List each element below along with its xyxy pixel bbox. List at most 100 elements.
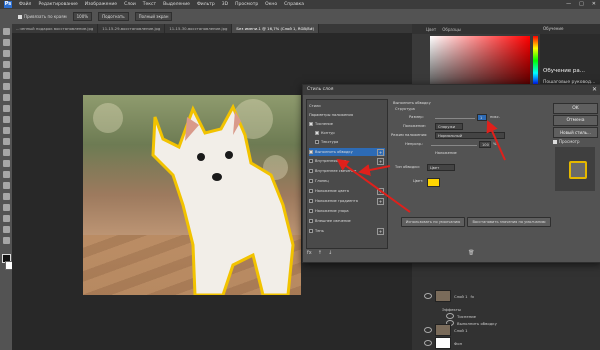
checkbox[interactable] <box>315 140 319 144</box>
stamp-tool-icon[interactable] <box>2 116 10 123</box>
maximize-icon[interactable]: □ <box>579 1 584 7</box>
style-item-bevel[interactable]: Тиснение <box>309 120 385 128</box>
cancel-button[interactable]: Отмена <box>553 115 598 126</box>
eye-icon[interactable] <box>424 340 432 346</box>
style-item-satin[interactable]: Глянец <box>309 177 385 185</box>
hand-tool-icon[interactable] <box>2 226 10 233</box>
menu-text[interactable]: Текст <box>143 2 156 7</box>
zoom-field[interactable]: 100% <box>72 12 93 21</box>
trash-icon[interactable]: 🗑 <box>468 250 474 256</box>
doc-tab[interactable]: 11-15-29-восстановление.jpg <box>98 24 166 33</box>
opacity-input[interactable]: 100 <box>479 141 491 148</box>
size-slider[interactable] <box>435 118 475 119</box>
crop-tool-icon[interactable] <box>2 72 10 79</box>
move-down-icon[interactable]: ↓ <box>328 250 332 256</box>
checkbox[interactable] <box>309 169 313 173</box>
add-icon[interactable]: + <box>377 187 384 195</box>
fit-button[interactable]: Подогнать <box>98 12 129 21</box>
style-item-color-overlay[interactable]: Наложение цвета + <box>309 187 385 195</box>
add-icon[interactable]: + <box>377 227 384 235</box>
style-item-pattern-overlay[interactable]: Наложение узора <box>309 207 385 215</box>
menu-edit[interactable]: Редактирование <box>38 2 77 7</box>
checkbox[interactable] <box>309 229 313 233</box>
doc-tab[interactable]: ...ченный подарок восстановление.jpg <box>12 24 99 33</box>
doc-tab[interactable]: 11-15-30-восстановление.jpg <box>165 24 233 33</box>
reset-default-button[interactable]: Восстановить значения по умолчанию <box>467 217 551 227</box>
gradient-tool-icon[interactable] <box>2 149 10 156</box>
shape-tool-icon[interactable] <box>2 215 10 222</box>
menu-view[interactable]: Просмотр <box>235 2 258 7</box>
fill-screen-button[interactable]: Полный экран <box>134 12 173 21</box>
history-brush-tool-icon[interactable] <box>2 127 10 134</box>
style-item-inner-shadow[interactable]: Внутренняя тень + <box>309 157 385 165</box>
size-input[interactable]: 1 <box>477 114 487 121</box>
eye-icon[interactable] <box>424 327 432 333</box>
layer-row[interactable]: Слой 1 fx <box>424 290 544 302</box>
menu-file[interactable]: Файл <box>19 2 31 7</box>
checkbox[interactable] <box>309 199 313 203</box>
layer-row[interactable]: Фон <box>424 337 544 349</box>
style-item-texture[interactable]: Текстура <box>315 138 391 146</box>
style-item-gradient-overlay[interactable]: Наложение градиента + <box>309 197 385 205</box>
eraser-tool-icon[interactable] <box>2 138 10 145</box>
opacity-slider[interactable] <box>431 145 477 146</box>
minimize-icon[interactable]: — <box>566 1 571 7</box>
checkbox[interactable] <box>309 159 313 163</box>
quick-select-tool-icon[interactable] <box>2 61 10 68</box>
layer-row[interactable]: Слой 1 <box>424 324 544 336</box>
healing-tool-icon[interactable] <box>2 94 10 101</box>
menu-window[interactable]: Окно <box>265 2 277 7</box>
style-item-outer-glow[interactable]: Внешнее свечение <box>309 217 385 225</box>
path-select-tool-icon[interactable] <box>2 204 10 211</box>
new-style-button[interactable]: Новый стиль... <box>553 127 598 138</box>
add-icon[interactable]: + <box>377 197 384 205</box>
style-item-inner-glow[interactable]: Внутреннее свечение <box>309 167 385 175</box>
checkbox[interactable] <box>309 219 313 223</box>
style-item-stroke[interactable]: Выполнить обводку + <box>309 148 385 156</box>
add-icon[interactable]: + <box>377 148 384 156</box>
eye-icon[interactable] <box>424 293 432 299</box>
tab-swatches[interactable]: Образцы <box>442 27 461 32</box>
style-item-styles[interactable]: Стили <box>309 102 385 110</box>
style-item-blending-options[interactable]: Параметры наложения <box>309 111 385 119</box>
pen-tool-icon[interactable] <box>2 182 10 189</box>
blur-tool-icon[interactable] <box>2 160 10 167</box>
ok-button[interactable]: OK <box>553 103 598 114</box>
add-icon[interactable]: + <box>377 157 384 165</box>
menu-filter[interactable]: Фильтр <box>197 2 215 7</box>
fill-type-select[interactable]: Цвет <box>427 164 455 171</box>
blend-mode-select[interactable]: Нормальный <box>435 132 505 139</box>
dodge-tool-icon[interactable] <box>2 171 10 178</box>
marquee-tool-icon[interactable] <box>2 39 10 46</box>
checkbox[interactable] <box>309 189 313 193</box>
checkbox[interactable] <box>309 122 313 126</box>
checkbox[interactable] <box>309 179 313 183</box>
style-item-contour[interactable]: Контур <box>315 129 391 137</box>
checkbox[interactable] <box>315 131 319 135</box>
overprint-checkbox[interactable]: Наложение <box>435 151 457 155</box>
fx-icon[interactable]: fx <box>307 250 312 256</box>
preview-checkbox[interactable]: Просмотр <box>553 139 580 144</box>
doc-tab-active[interactable]: Без имени-1 @ 16,7% (Слой 1, RGB/8#) <box>232 24 320 33</box>
align-edges-checkbox[interactable]: Привязать по краям <box>18 14 67 19</box>
lasso-tool-icon[interactable] <box>2 50 10 57</box>
zoom-tool-icon[interactable] <box>2 237 10 244</box>
checkbox[interactable] <box>309 150 313 154</box>
menu-layers[interactable]: Слои <box>124 2 136 7</box>
tab-color[interactable]: Цвет <box>426 27 436 32</box>
move-tool-icon[interactable] <box>2 28 10 35</box>
move-up-icon[interactable]: ↑ <box>318 250 322 256</box>
position-select[interactable]: Снаружи <box>435 123 463 130</box>
menu-image[interactable]: Изображение <box>85 2 117 7</box>
brush-tool-icon[interactable] <box>2 105 10 112</box>
eyedropper-tool-icon[interactable] <box>2 83 10 90</box>
stroke-color-swatch[interactable] <box>427 178 440 187</box>
type-tool-icon[interactable] <box>2 193 10 200</box>
menu-select[interactable]: Выделение <box>163 2 190 7</box>
menu-help[interactable]: Справка <box>284 2 304 7</box>
dialog-close-icon[interactable]: ✕ <box>592 85 597 95</box>
close-icon[interactable]: ✕ <box>592 1 596 7</box>
menu-3d[interactable]: 3D <box>222 2 228 7</box>
make-default-button[interactable]: Использовать по умолчанию <box>401 217 465 227</box>
checkbox[interactable] <box>309 209 313 213</box>
